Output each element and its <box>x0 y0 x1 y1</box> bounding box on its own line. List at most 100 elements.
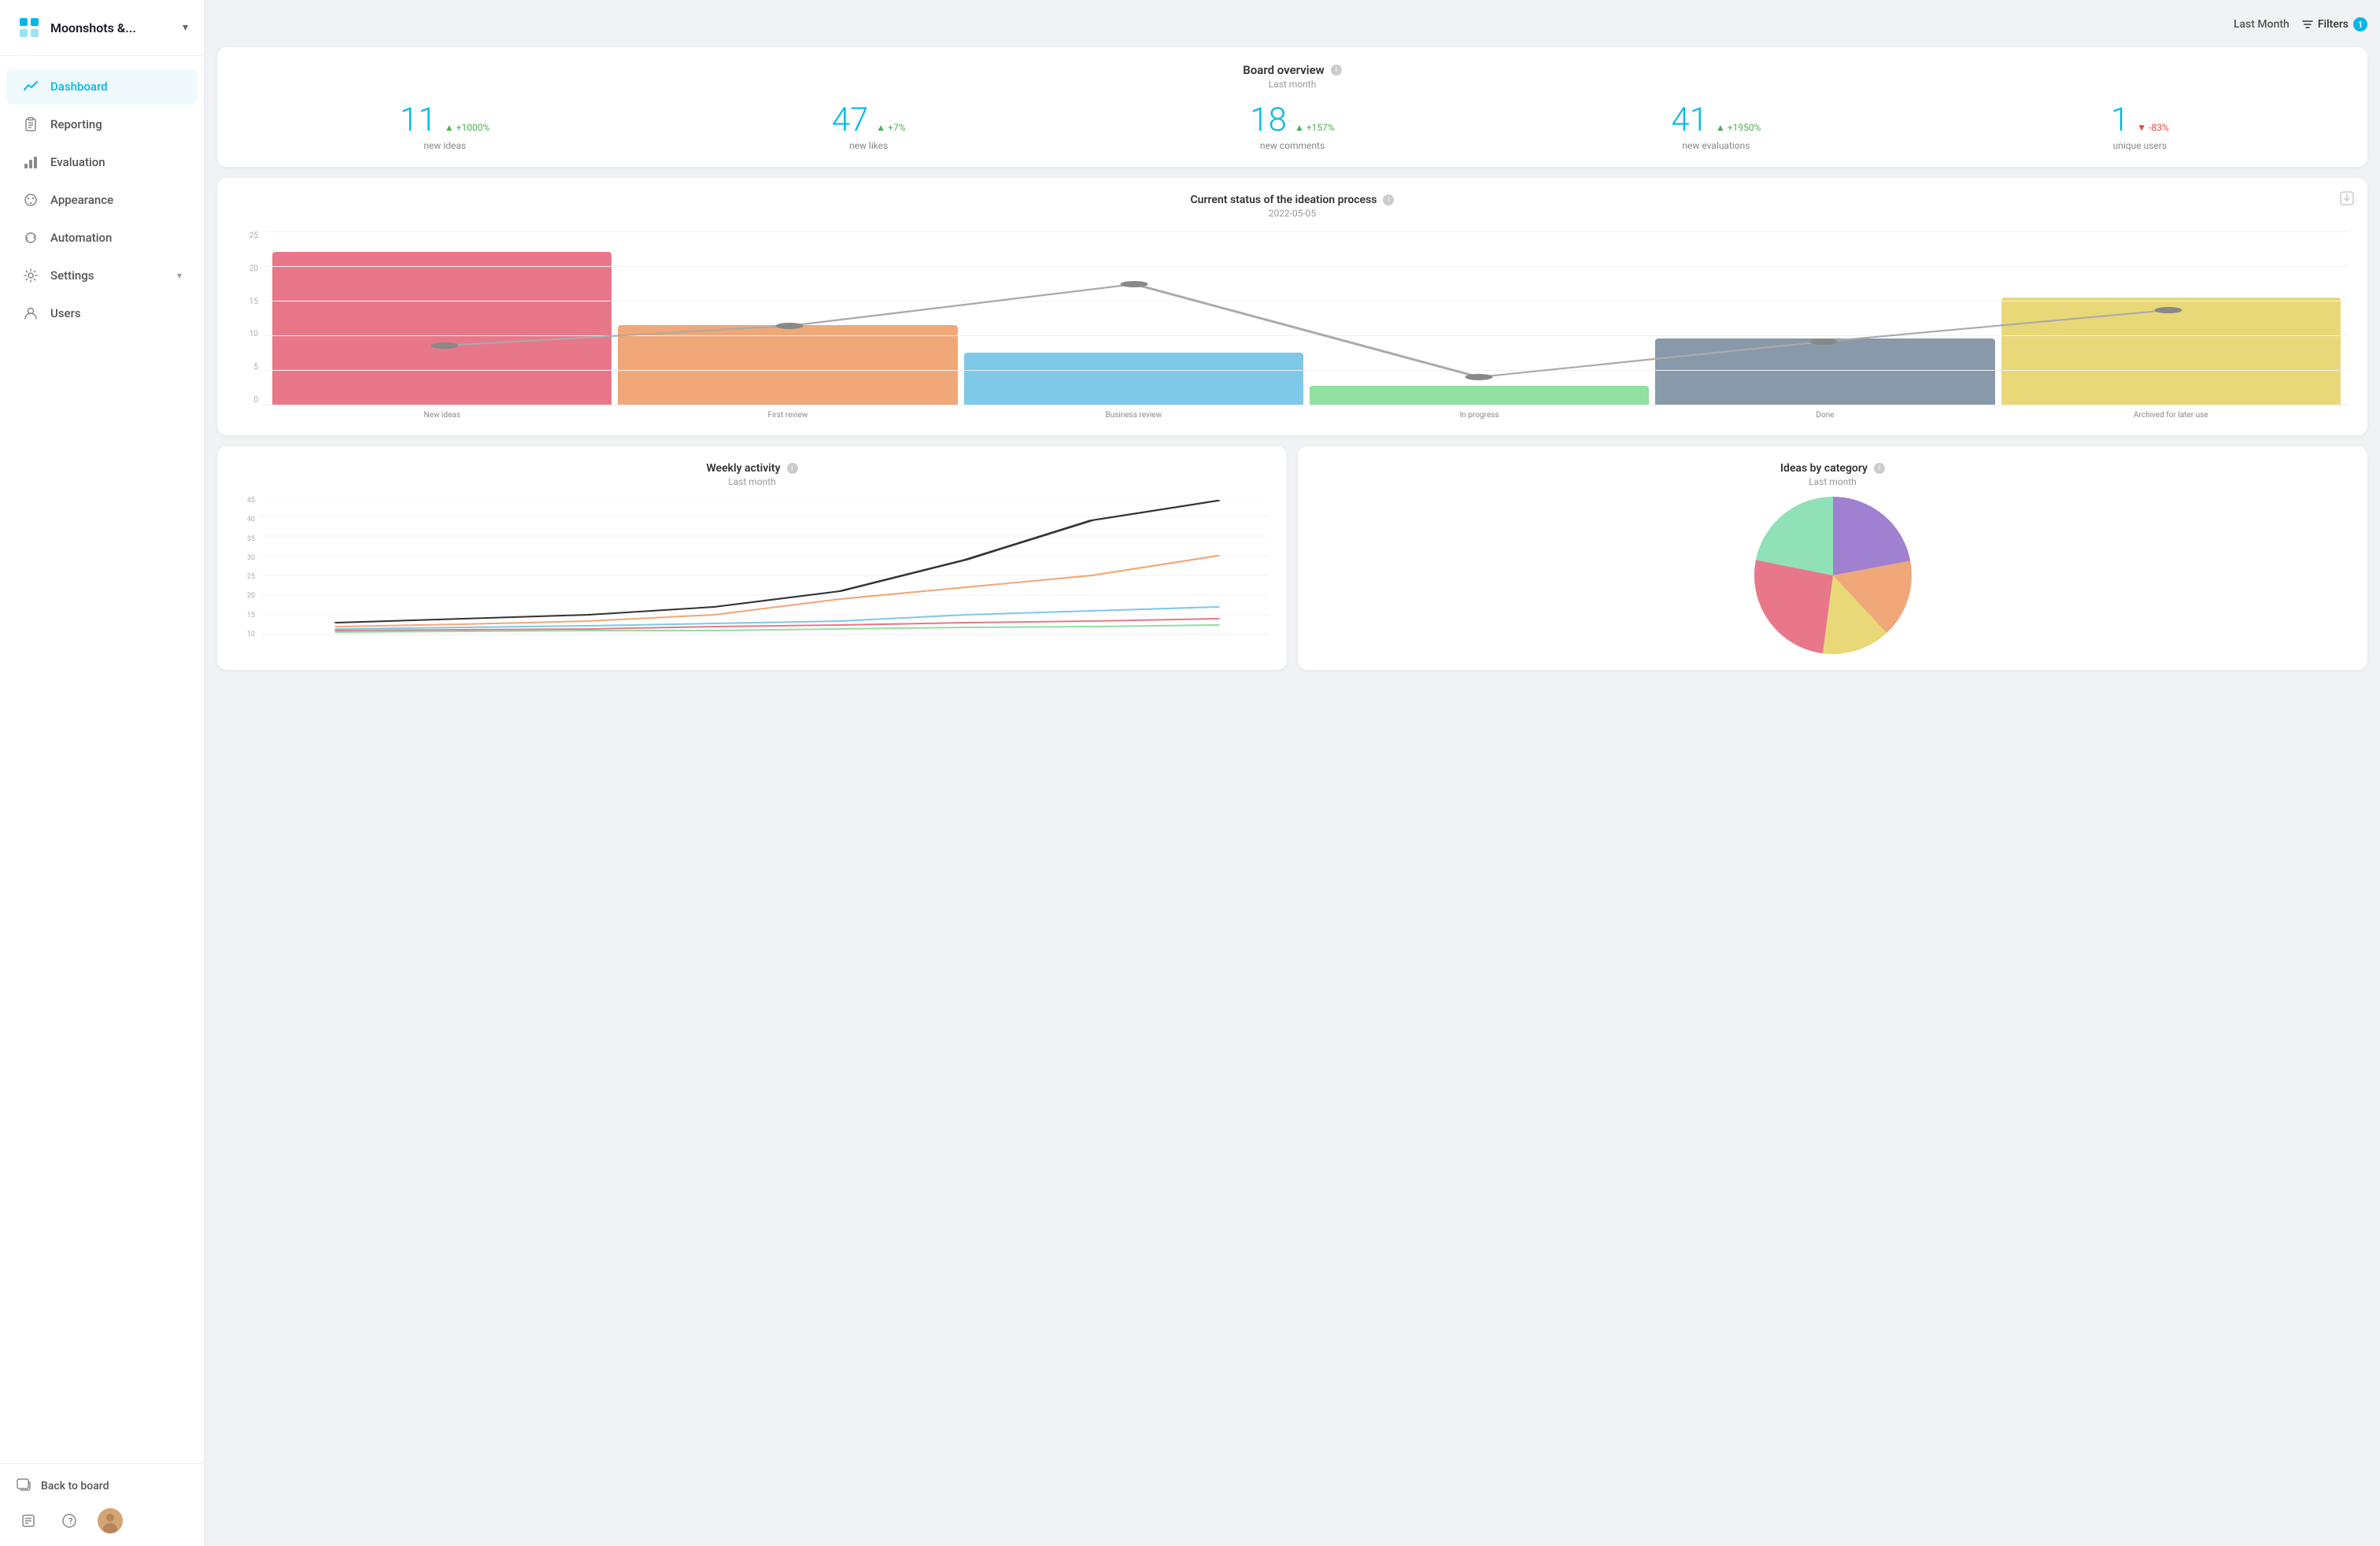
sidebar-item-label: Automation <box>50 231 112 245</box>
ideas-by-category-card: Ideas by category i Last month <box>1298 446 2367 670</box>
bar-chart-icon <box>22 153 39 171</box>
sidebar-item-settings[interactable]: Settings ▾ <box>6 257 198 294</box>
metric-label: new evaluations <box>1507 140 1924 151</box>
back-to-board-label: Back to board <box>41 1480 109 1492</box>
metrics-row: 11 ▲ +1000% new ideas 47 ▲ +7% new <box>236 104 2349 151</box>
metric-value: 18 <box>1250 104 1287 137</box>
palette-icon <box>22 191 39 209</box>
bar-group-business-review <box>964 231 1303 405</box>
help-icon[interactable]: ? <box>57 1508 82 1533</box>
sidebar-item-automation[interactable]: Automation <box>6 220 198 256</box>
sidebar-item-label: Settings <box>50 268 94 283</box>
settings-chevron-icon: ▾ <box>177 270 182 281</box>
metric-label: unique users <box>1931 140 2349 151</box>
chart-line-icon <box>22 78 39 95</box>
sidebar-footer: Back to board ? <box>0 1463 204 1546</box>
bar-first-review <box>618 325 957 405</box>
metric-change: ▼ -83% <box>2137 122 2168 133</box>
metric-new-comments: 18 ▲ +157% new comments <box>1084 104 1501 151</box>
gear-icon <box>22 267 39 284</box>
metric-new-evaluations: 41 ▲ +1950% new evaluations <box>1507 104 1924 151</box>
sidebar-item-evaluation[interactable]: Evaluation <box>6 144 198 180</box>
filter-icon <box>2302 19 2313 30</box>
metric-value: 47 <box>832 104 869 137</box>
avatar[interactable] <box>98 1508 123 1533</box>
clipboard-icon <box>22 116 39 133</box>
bar-chart-wrapper: 25 20 15 10 5 0 <box>236 231 2349 420</box>
weekly-chart-svg <box>261 497 1268 638</box>
metric-new-ideas: 11 ▲ +1000% new ideas <box>236 104 653 151</box>
metric-change: ▲ +1950% <box>1716 122 1761 133</box>
sidebar-header: Moonshots &... ▾ <box>0 0 204 56</box>
x-label-new-ideas: New ideas <box>272 411 612 420</box>
sidebar-item-reporting[interactable]: Reporting <box>6 106 198 142</box>
board-overview-subtitle: Last month <box>236 79 2349 90</box>
svg-text:?: ? <box>68 1516 73 1526</box>
metric-change: ▲ +7% <box>876 122 905 133</box>
metric-value: 1 <box>2111 104 2129 137</box>
bar-business-review <box>964 353 1303 405</box>
brand-chevron-icon[interactable]: ▾ <box>183 21 188 34</box>
sidebar-item-label: Users <box>50 306 81 320</box>
info-icon: i <box>787 463 798 474</box>
bar-group-new-ideas <box>272 231 612 405</box>
pie-chart-container <box>1317 497 2349 654</box>
sidebar-item-users[interactable]: Users <box>6 295 198 331</box>
filters-label: Filters <box>2318 18 2349 31</box>
metric-value: 11 <box>400 104 437 137</box>
ideas-category-title: Ideas by category <box>1780 462 1868 475</box>
metric-new-likes: 47 ▲ +7% new likes <box>660 104 1077 151</box>
x-label-in-progress: In progress <box>1310 411 1649 420</box>
ideation-chart-card: Current status of the ideation process i… <box>217 178 2367 435</box>
metric-value: 41 <box>1671 104 1708 137</box>
board-overview-card: Board overview i Last month 11 ▲ +1000% … <box>217 47 2367 167</box>
ideation-chart-subtitle: 2022-05-05 <box>236 208 2349 219</box>
sidebar-item-label: Reporting <box>50 117 102 131</box>
sidebar: Moonshots &... ▾ Dashboard <box>0 0 205 1546</box>
x-label-done: Done <box>1655 411 1994 420</box>
x-label-first-review: First review <box>618 411 957 420</box>
metric-label: new ideas <box>236 140 653 151</box>
filter-count-badge: 1 <box>2353 17 2367 31</box>
x-label-business-review: Business review <box>964 411 1303 420</box>
weekly-activity-card: Weekly activity i Last month 45 40 35 30… <box>217 446 1287 670</box>
pie-chart-svg <box>1754 497 1912 654</box>
metric-unique-users: 1 ▼ -83% unique users <box>1931 104 2349 151</box>
date-filter-label[interactable]: Last Month <box>2234 18 2289 31</box>
back-icon <box>16 1477 31 1496</box>
bottom-charts: Weekly activity i Last month 45 40 35 30… <box>217 446 2367 670</box>
x-label-archived: Archived for later use <box>2001 411 2341 420</box>
weekly-chart-area: 45 40 35 30 25 20 15 10 <box>236 497 1268 638</box>
footer-icons: ? <box>16 1508 188 1533</box>
bar-group-in-progress <box>1310 231 1649 405</box>
info-icon: i <box>1331 65 1342 76</box>
weekly-activity-title: Weekly activity <box>706 462 780 475</box>
sidebar-navigation: Dashboard Reporting <box>0 56 204 1463</box>
download-icon[interactable] <box>2339 190 2355 209</box>
notes-icon[interactable] <box>16 1508 41 1533</box>
bar-group-done <box>1655 231 1994 405</box>
chart-area: New ideas First review Business review I… <box>264 231 2349 420</box>
bar-group-first-review <box>618 231 957 405</box>
x-axis-labels: New ideas First review Business review I… <box>264 406 2349 420</box>
bars-container <box>264 231 2349 405</box>
sidebar-item-appearance[interactable]: Appearance <box>6 182 198 218</box>
info-icon: i <box>1383 194 1394 205</box>
bar-in-progress <box>1310 386 1649 405</box>
ideation-chart-title: Current status of the ideation process <box>1191 194 1377 206</box>
user-icon <box>22 305 39 322</box>
sidebar-item-label: Dashboard <box>50 80 108 94</box>
app-logo <box>16 14 42 41</box>
bar-group-archived <box>2001 231 2341 405</box>
metric-label: new comments <box>1084 140 1501 151</box>
metric-label: new likes <box>660 140 1077 151</box>
sidebar-item-label: Appearance <box>50 193 113 207</box>
brand-name: Moonshots &... <box>50 20 175 35</box>
sidebar-item-dashboard[interactable]: Dashboard <box>6 68 198 105</box>
board-overview-title: Board overview <box>1243 63 1324 77</box>
filters-button[interactable]: Filters 1 <box>2302 17 2367 31</box>
weekly-activity-subtitle: Last month <box>236 476 1268 487</box>
bar-new-ideas <box>272 252 612 405</box>
back-to-board-button[interactable]: Back to board <box>16 1477 188 1496</box>
ideas-category-subtitle: Last month <box>1317 476 2349 487</box>
